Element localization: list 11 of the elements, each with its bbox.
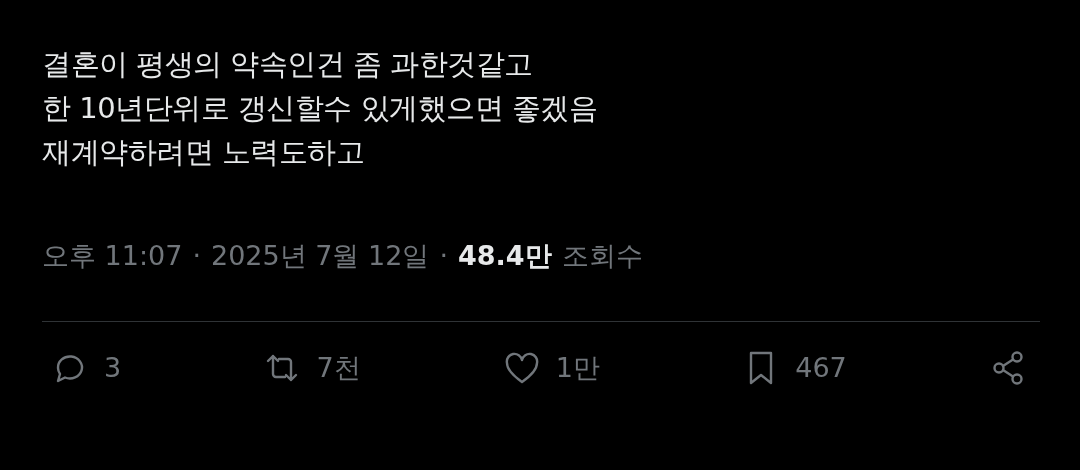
separator-dot: · bbox=[192, 239, 201, 273]
tweet-text: 결혼이 평생의 약속인건 좀 과한것같고 한 10년단위로 갱신할수 있게했으면 좋겠음 재계약하려면 노력도하고 bbox=[42, 46, 599, 171]
meta-text: 2025년 7월 12일 bbox=[211, 239, 430, 273]
action-count: 1만 bbox=[555, 350, 600, 385]
meta-text: 오후 11:07 bbox=[42, 239, 183, 273]
action-count: 3 bbox=[104, 350, 122, 385]
separator-dot: · bbox=[439, 239, 448, 273]
action-count: 467 bbox=[795, 350, 847, 385]
view-count: 48.4만 bbox=[458, 239, 552, 273]
meta-text: 조회수 bbox=[561, 239, 643, 273]
action-count: 7천 bbox=[316, 350, 361, 385]
